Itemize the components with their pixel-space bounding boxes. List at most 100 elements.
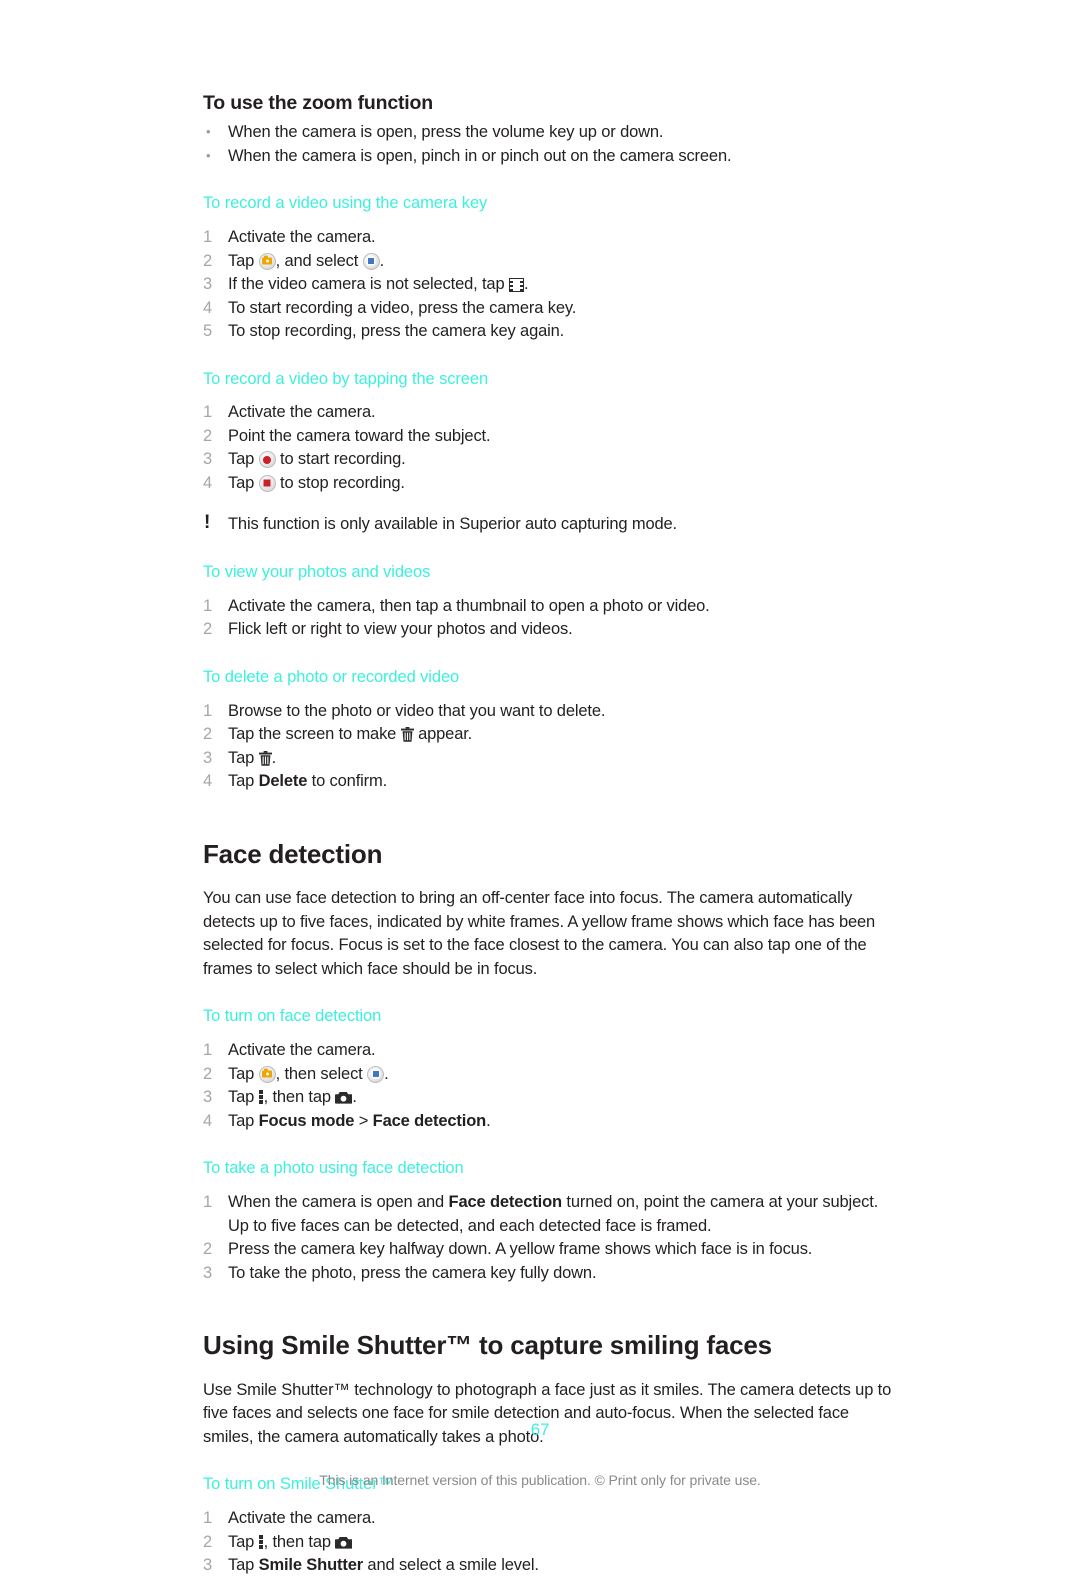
procedure-steps-delete-photo-video: 1 Browse to the photo or video that you …	[203, 700, 903, 794]
list-item: 2 Tap , and select .	[203, 250, 903, 274]
list-item: 1 Activate the camera.	[203, 226, 903, 250]
step-number: 2	[203, 620, 213, 639]
list-item: 2 Press the camera key halfway down. A y…	[203, 1238, 903, 1262]
step-number: 3	[203, 1263, 213, 1282]
step-text: Activate the camera.	[228, 1509, 376, 1528]
list-item: 1 Browse to the photo or video that you …	[203, 700, 903, 724]
step-text: Tap	[228, 251, 259, 270]
list-item: 2 Point the camera toward the subject.	[203, 425, 903, 449]
step-number: 3	[203, 275, 213, 294]
step-text: , then select	[275, 1064, 368, 1083]
step-text: Tap	[228, 772, 259, 791]
step-text: Activate the camera.	[228, 403, 376, 422]
warning-exclamation-icon: !	[204, 512, 211, 534]
step-emphasis: Smile Shutter	[258, 1556, 364, 1575]
footer-disclaimer: This is an Internet version of this publ…	[319, 1472, 761, 1488]
step-text: Tap	[228, 473, 259, 492]
step-text: .	[384, 1064, 389, 1083]
step-text: Tap the screen to make	[228, 725, 401, 744]
step-text: Tap	[228, 1088, 259, 1107]
step-number: 1	[203, 1509, 213, 1528]
step-text: to confirm.	[307, 772, 388, 791]
step-number: 4	[203, 772, 213, 791]
bullet-text: When the camera is open, press the volum…	[228, 123, 664, 142]
procedure-title-turn-on-face-detection: To turn on face detection	[203, 1007, 382, 1026]
list-item: 4 Tap Focus mode > Face detection.	[203, 1110, 903, 1134]
list-item: 2 Tap , then select .	[203, 1063, 903, 1087]
procedure-steps-record-video-tapping: 1 Activate the camera. 2 Point the camer…	[203, 401, 903, 495]
step-text: Point the camera toward the subject.	[228, 426, 491, 445]
procedure-title-view-photos-videos: To view your photos and videos	[203, 562, 431, 581]
list-item: When the camera is open, pinch in or pin…	[203, 144, 903, 169]
step-number: 1	[203, 403, 213, 422]
step-number: 2	[203, 426, 213, 445]
list-item: 2 Tap , then tap	[203, 1531, 903, 1555]
step-text: , and select	[275, 251, 363, 270]
step-number: 4	[203, 1111, 213, 1130]
step-number: 3	[203, 1088, 213, 1107]
step-text: Tap	[228, 450, 259, 469]
step-text: , then tap	[263, 1088, 336, 1107]
step-text: appear.	[413, 725, 473, 744]
list-item: 1 When the camera is open and Face detec…	[203, 1191, 903, 1238]
note-superior-auto-mode: ! This function is only available in Sup…	[203, 512, 903, 537]
list-item: 3 Tap Smile Shutter and select a smile l…	[203, 1554, 903, 1578]
step-emphasis: Delete	[258, 772, 308, 791]
procedure-title-record-video-tapping: To record a video by tapping the screen	[203, 369, 489, 388]
step-text: When the camera is open and	[228, 1193, 449, 1212]
list-item: 4 To start recording a video, press the …	[203, 297, 903, 321]
procedure-steps-record-video-camera-key: 1 Activate the camera. 2 Tap , and selec…	[203, 226, 903, 344]
list-item: 2 Tap the screen to make appear.	[203, 723, 903, 747]
section-heading-face-detection: Face detection	[203, 838, 383, 869]
step-text: Activate the camera.	[228, 1041, 376, 1060]
step-number: 2	[203, 1532, 213, 1551]
step-text: Flick left or right to view your photos …	[228, 620, 573, 639]
procedure-steps-take-photo-face-detection: 1 When the camera is open and Face detec…	[203, 1191, 903, 1285]
page-number: 67	[530, 1420, 550, 1439]
step-number: 1	[203, 596, 213, 615]
step-number: 1	[203, 1041, 213, 1060]
section-heading-smile-shutter: Using Smile Shutter™ to capture smiling …	[203, 1330, 772, 1361]
page-content: To use the zoom function When the camera…	[203, 92, 903, 1578]
step-text: Tap	[228, 1064, 259, 1083]
bullet-text: When the camera is open, pinch in or pin…	[228, 146, 732, 165]
list-item: 3 Tap .	[203, 747, 903, 771]
list-item: 1 Activate the camera.	[203, 1039, 903, 1063]
step-number: 3	[203, 1556, 213, 1575]
note-text: This function is only available in Super…	[228, 515, 677, 534]
video-app-icon	[362, 252, 380, 270]
list-item: 3 Tap to start recording.	[203, 448, 903, 472]
step-text: Tap	[228, 1556, 259, 1575]
procedure-steps-turn-on-face-detection: 1 Activate the camera. 2 Tap , then sele…	[203, 1039, 903, 1133]
step-text: .	[523, 275, 529, 294]
step-number: 2	[203, 725, 213, 744]
step-number: 1	[203, 228, 213, 247]
vertical-dots-menu-icon	[258, 1089, 264, 1104]
step-text: Tap	[228, 1532, 259, 1551]
step-number: 2	[203, 251, 213, 270]
record-stop-icon	[258, 474, 276, 492]
vertical-dots-menu-icon	[258, 1534, 264, 1549]
list-item: 2 Flick left or right to view your photo…	[203, 618, 903, 642]
step-number: 4	[203, 298, 213, 317]
step-number: 3	[203, 748, 213, 767]
list-item: 3 To take the photo, press the camera ke…	[203, 1262, 903, 1286]
step-text: .	[352, 1088, 357, 1107]
step-emphasis: Face detection	[372, 1111, 487, 1130]
step-text: If the video camera is not selected, tap	[228, 275, 509, 294]
step-number: 2	[203, 1240, 213, 1259]
video-app-icon	[367, 1065, 385, 1083]
procedure-title-record-video-camera-key: To record a video using the camera key	[203, 194, 488, 213]
camera-icon	[335, 1091, 353, 1104]
step-number: 1	[203, 1193, 213, 1212]
step-number: 5	[203, 322, 213, 341]
section-heading-zoom-function: To use the zoom function	[203, 92, 433, 114]
step-text: Activate the camera, then tap a thumbnai…	[228, 596, 710, 615]
step-text: , then tap	[263, 1532, 336, 1551]
step-text: Activate the camera.	[228, 228, 376, 247]
list-item: 1 Activate the camera.	[203, 1507, 903, 1531]
procedure-title-delete-photo-video: To delete a photo or recorded video	[203, 667, 460, 686]
list-item: 1 Activate the camera, then tap a thumbn…	[203, 595, 903, 619]
step-number: 4	[203, 473, 213, 492]
list-item: 4 Tap to stop recording.	[203, 472, 903, 496]
